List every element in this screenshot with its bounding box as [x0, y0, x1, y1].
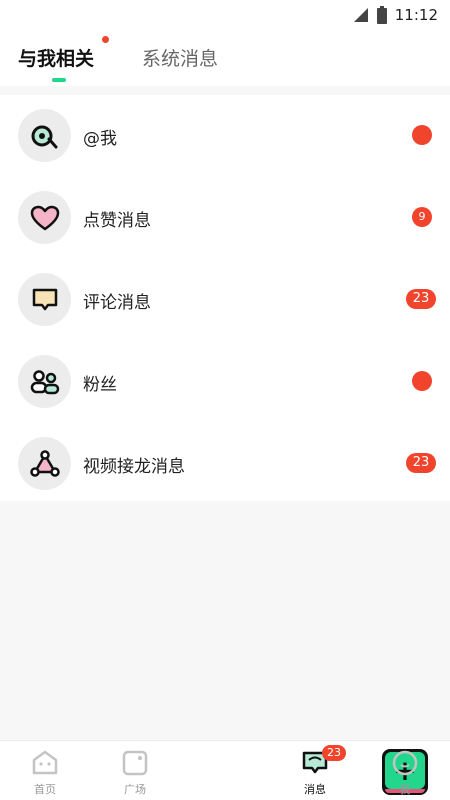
unread-badge — [412, 125, 432, 145]
battery-icon — [376, 6, 387, 24]
message-row-label: 视频接龙消息 — [83, 457, 185, 477]
status-icons: 11:12 — [353, 6, 438, 24]
nav-messages-badge: 23 — [322, 745, 346, 761]
nav-home-label: 首页 — [34, 783, 56, 796]
tab-unread-dot — [102, 36, 109, 43]
message-row-label: 粉丝 — [83, 375, 117, 395]
at-me-icon — [18, 109, 71, 162]
message-list: @我 点赞消息 9 评论消息 23 粉丝 视频接龙消息 23 — [0, 95, 450, 501]
nav-home[interactable]: 首页 — [0, 741, 90, 800]
tab-system-messages[interactable]: 系统消息 — [142, 44, 218, 71]
signal-icon — [353, 8, 368, 22]
tab-related-to-me[interactable]: 与我相关 — [18, 44, 94, 71]
status-bar: 11:12 — [0, 0, 450, 30]
message-row-label: @我 — [83, 129, 117, 149]
unread-badge — [412, 371, 432, 391]
message-row-at-me[interactable]: @我 — [0, 95, 450, 177]
message-row-comments[interactable]: 评论消息 23 — [0, 259, 450, 341]
fans-icon — [18, 355, 71, 408]
bottom-nav: 首页 广场 + 23 消息 我 — [0, 740, 450, 800]
message-row-fans[interactable]: 粉丝 — [0, 341, 450, 423]
message-row-video-chain[interactable]: 视频接龙消息 23 — [0, 423, 450, 505]
nav-messages-label: 消息 — [304, 783, 326, 796]
nav-profile[interactable]: 我 — [360, 741, 450, 800]
nav-messages[interactable]: 23 消息 — [270, 741, 360, 800]
message-row-likes[interactable]: 点赞消息 9 — [0, 177, 450, 259]
nav-plaza[interactable]: 广场 — [90, 741, 180, 800]
plaza-icon — [122, 750, 148, 776]
comment-icon — [18, 273, 71, 326]
unread-count-badge: 23 — [406, 453, 436, 473]
message-row-label: 点赞消息 — [83, 211, 151, 231]
home-icon — [32, 750, 58, 775]
nav-plaza-label: 广场 — [124, 783, 146, 796]
unread-count-badge: 23 — [406, 289, 436, 309]
message-row-label: 评论消息 — [83, 293, 151, 313]
profile-icon — [392, 750, 418, 776]
unread-badge: 9 — [412, 207, 432, 227]
header: 与我相关 系统消息 — [0, 30, 450, 86]
nav-profile-label: 我 — [399, 783, 411, 796]
tab-active-indicator — [52, 78, 66, 82]
nav-create[interactable]: + — [180, 741, 428, 800]
video-chain-icon — [18, 437, 71, 490]
heart-icon — [18, 191, 71, 244]
clock: 11:12 — [394, 6, 438, 24]
